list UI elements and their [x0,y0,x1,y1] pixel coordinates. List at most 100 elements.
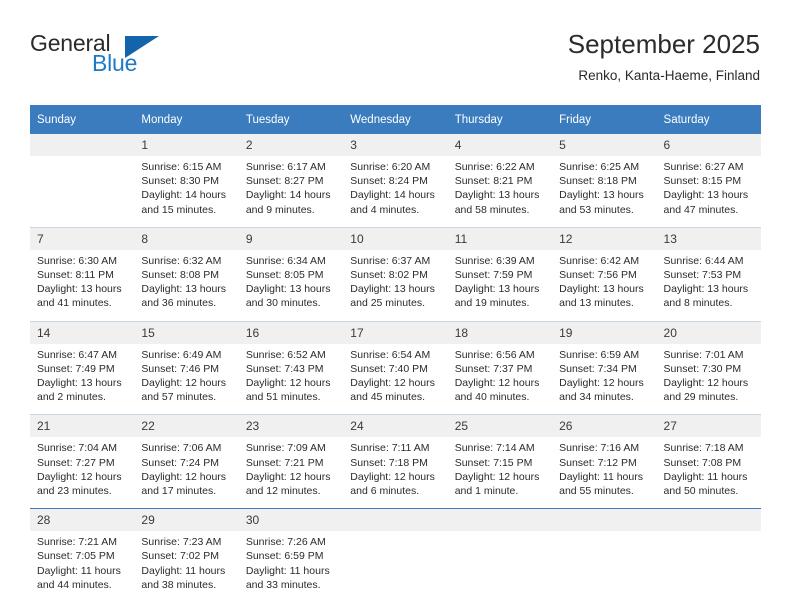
day-details: Sunrise: 7:11 AM Sunset: 7:18 PM Daylight:… [343,437,447,508]
day-details: Sunrise: 6:52 AM Sunset: 7:43 PM Daylight:… [239,344,343,415]
calendar-empty-cell [552,508,657,603]
sunrise-text: Sunrise: 6:22 AM [454,161,535,173]
sunrise-text: Sunrise: 7:26 AM [245,536,326,549]
calendar-day-cell[interactable]: 18 Sunrise: 6:56 AM Sunset: 7:37 PM Dayligh… [447,320,553,415]
day-number: 14 [30,321,135,344]
calendar-day-cell[interactable]: 26 Sunrise: 7:16 AM Sunset: 7:12 PM Dayligh… [552,414,657,509]
page-header: General Blue September 2025 Renko, Kanta… [30,28,760,94]
sunset-text: Sunset: 7:12 PM [559,456,637,469]
calendar-day-cell[interactable]: 8 Sunrise: 6:32 AM Sunset: 8:08 PM Daylight… [134,226,239,322]
sunset-text: Sunset: 7:56 PM [559,269,637,282]
calendar-day-cell[interactable]: 5 Sunrise: 6:25 AM Sunset: 8:18 PM Daylight… [552,134,657,228]
day-number: 9 [238,227,344,250]
calendar-week-row: 14 Sunrise: 6:47 AM Sunset: 7:49 PM Dayligh… [30,320,761,415]
calendar-day-cell[interactable]: 1 Sunrise: 6:15 AM Sunset: 8:30 PM Daylight… [134,134,239,228]
day-details: Sunrise: 6:20 AM Sunset: 8:24 PM Daylight:… [343,156,447,227]
sunrise-text: Sunrise: 6:47 AM [37,348,117,361]
day-number: 29 [134,509,239,532]
calendar-day-cell[interactable]: 19 Sunrise: 6:59 AM Sunset: 7:34 PM Dayligh… [552,320,657,415]
daylight-text: Daylight: 14 hours and 4 minutes. [350,189,435,216]
day-details: Sunrise: 6:49 AM Sunset: 7:46 PM Daylight:… [134,344,238,415]
day-number: 3 [343,134,448,156]
day-number: 13 [656,227,761,250]
brand-logo[interactable]: General Blue [30,28,250,88]
day-number: 6 [656,134,761,156]
calendar-day-cell[interactable]: 30 Sunrise: 7:26 AM Sunset: 6:59 PM Dayligh… [238,508,344,603]
daylight-text: Daylight: 12 hours and 1 minute. [454,470,540,498]
calendar-day-cell[interactable]: 4 Sunrise: 6:22 AM Sunset: 8:21 PM Daylight… [447,134,553,228]
sunrise-text: Sunrise: 6:39 AM [454,254,535,267]
day-details: Sunrise: 7:23 AM Sunset: 7:02 PM Daylight:… [134,531,238,602]
calendar-day-cell[interactable]: 2 Sunrise: 6:17 AM Sunset: 8:27 PM Daylight… [238,134,344,228]
calendar-day-cell[interactable]: 20 Sunrise: 7:01 AM Sunset: 7:30 PM Dayligh… [656,320,761,415]
calendar-day-cell[interactable]: 13 Sunrise: 6:44 AM Sunset: 7:53 PM Dayligh… [656,226,761,322]
day-details: Sunrise: 6:54 AM Sunset: 7:40 PM Daylight:… [343,344,447,415]
daylight-text: Daylight: 11 hours and 55 minutes. [559,470,643,498]
calendar-day-cell[interactable]: 29 Sunrise: 7:23 AM Sunset: 7:02 PM Dayligh… [134,508,239,603]
title-block: September 2025 Renko, Kanta-Haeme, Finla… [568,28,760,86]
sunrise-text: Sunrise: 7:06 AM [141,442,222,455]
calendar-day-cell[interactable]: 17 Sunrise: 6:54 AM Sunset: 7:40 PM Dayligh… [343,320,448,415]
sunrise-text: Sunrise: 6:15 AM [141,161,222,173]
sunset-text: Sunset: 7:30 PM [663,362,742,375]
day-number: 12 [552,227,657,250]
day-number: 21 [30,415,135,438]
calendar-week-row: 21 Sunrise: 7:04 AM Sunset: 7:27 PM Dayligh… [30,414,761,509]
calendar-day-cell[interactable]: 7 Sunrise: 6:30 AM Sunset: 8:11 PM Daylight… [30,226,135,322]
day-details: Sunrise: 6:59 AM Sunset: 7:34 PM Daylight:… [552,344,656,415]
calendar-day-cell[interactable]: 14 Sunrise: 6:47 AM Sunset: 7:49 PM Dayligh… [30,320,135,415]
calendar-day-cell[interactable]: 28 Sunrise: 7:21 AM Sunset: 7:05 PM Dayligh… [30,508,135,603]
daylight-text: Daylight: 13 hours and 36 minutes. [141,283,227,310]
calendar-day-cell[interactable]: 6 Sunrise: 6:27 AM Sunset: 8:15 PM Daylight… [656,134,761,228]
sunrise-text: Sunrise: 7:09 AM [245,442,326,455]
calendar-day-cell[interactable]: 10 Sunrise: 6:37 AM Sunset: 8:02 PM Dayligh… [343,226,448,322]
daylight-text: Daylight: 11 hours and 44 minutes. [37,564,121,591]
sunrise-text: Sunrise: 6:52 AM [245,348,326,361]
day-details: Sunrise: 6:30 AM Sunset: 8:11 PM Daylight:… [30,250,134,321]
calendar-day-cell[interactable]: 23 Sunrise: 7:09 AM Sunset: 7:21 PM Dayligh… [238,414,344,509]
calendar-day-cell[interactable]: 22 Sunrise: 7:06 AM Sunset: 7:24 PM Dayligh… [134,414,239,509]
calendar-day-cell[interactable]: 16 Sunrise: 6:52 AM Sunset: 7:43 PM Dayligh… [238,320,344,415]
calendar-header-row: Sunday Monday Tuesday Wednesday Thursday… [30,105,761,134]
calendar-day-cell[interactable]: 9 Sunrise: 6:34 AM Sunset: 8:05 PM Daylight… [238,226,344,322]
day-details: Sunrise: 6:25 AM Sunset: 8:18 PM Daylight:… [552,156,656,227]
day-number: 19 [552,321,657,344]
page-subtitle: Renko, Kanta-Haeme, Finland [578,68,760,83]
calendar-day-cell[interactable]: 25 Sunrise: 7:14 AM Sunset: 7:15 PM Dayligh… [447,414,553,509]
calendar-day-cell[interactable]: 3 Sunrise: 6:20 AM Sunset: 8:24 PM Daylight… [343,134,448,228]
sunset-text: Sunset: 8:15 PM [663,175,742,188]
daylight-text: Daylight: 11 hours and 33 minutes. [245,564,330,591]
calendar-body: 1 Sunrise: 6:15 AM Sunset: 8:30 PM Daylight… [30,134,761,603]
day-number: 20 [656,321,761,344]
daylight-text: Daylight: 13 hours and 19 minutes. [454,283,540,310]
sunrise-text: Sunrise: 6:17 AM [245,161,326,173]
daylight-text: Daylight: 13 hours and 25 minutes. [350,283,435,310]
daylight-text: Daylight: 11 hours and 38 minutes. [141,564,226,591]
calendar-day-cell[interactable]: 15 Sunrise: 6:49 AM Sunset: 7:46 PM Dayligh… [134,320,239,415]
day-number: 23 [238,415,344,438]
sunset-text: Sunset: 7:46 PM [141,362,220,375]
day-number: 17 [343,321,448,344]
calendar-day-cell[interactable]: 24 Sunrise: 7:11 AM Sunset: 7:18 PM Dayligh… [343,414,448,509]
day-number: 18 [447,321,553,344]
sunset-text: Sunset: 8:18 PM [559,175,637,188]
daylight-text: Daylight: 12 hours and 17 minutes. [141,470,227,498]
day-details [448,531,552,593]
calendar-day-cell[interactable]: 21 Sunrise: 7:04 AM Sunset: 7:27 PM Dayligh… [30,414,135,509]
sunset-text: Sunset: 7:27 PM [37,456,115,469]
day-number [30,134,135,156]
day-details: Sunrise: 7:01 AM Sunset: 7:30 PM Daylight:… [657,344,761,415]
calendar-day-cell[interactable]: 11 Sunrise: 6:39 AM Sunset: 7:59 PM Dayligh… [447,226,553,322]
sunset-text: Sunset: 7:49 PM [37,362,115,375]
calendar-page: General Blue September 2025 Renko, Kanta… [0,0,792,612]
calendar-day-cell[interactable]: 27 Sunrise: 7:18 AM Sunset: 7:08 PM Dayligh… [656,414,761,509]
sunrise-text: Sunrise: 7:04 AM [37,442,117,455]
calendar-day-cell[interactable]: 12 Sunrise: 6:42 AM Sunset: 7:56 PM Dayligh… [552,226,657,322]
sunset-text: Sunset: 7:18 PM [350,456,428,469]
sunrise-text: Sunrise: 7:23 AM [141,536,222,549]
calendar-week-row: 28 Sunrise: 7:21 AM Sunset: 7:05 PM Dayligh… [30,508,761,603]
weekday-header-thursday: Thursday [447,105,553,134]
brand-word-blue: Blue [92,50,138,76]
sunset-text: Sunset: 7:15 PM [454,456,533,469]
day-details: Sunrise: 6:39 AM Sunset: 7:59 PM Daylight:… [448,250,552,321]
